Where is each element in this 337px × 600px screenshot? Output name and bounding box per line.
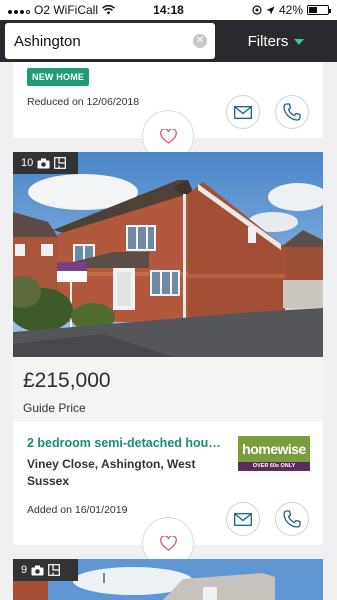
listing-card-next[interactable]: 9 [13, 559, 323, 600]
search-input[interactable]: Ashington ✕ [5, 23, 215, 59]
clock: 14:18 [153, 3, 184, 17]
heart-icon [159, 128, 177, 144]
email-agent-button[interactable] [226, 502, 260, 536]
camera-icon [37, 158, 50, 168]
photo-count-badge: 9 [13, 559, 78, 581]
email-agent-button[interactable] [226, 95, 260, 129]
phone-icon [283, 103, 301, 121]
phone-icon [283, 510, 301, 528]
reduced-date: Reduced on 12/06/2018 [27, 96, 140, 108]
filters-button[interactable]: Filters [215, 33, 337, 50]
floorplan-icon [48, 564, 61, 576]
caret-down-icon [294, 39, 305, 45]
listing-title[interactable]: 2 bedroom semi-detached hou… [27, 436, 227, 450]
signal-icon [8, 6, 30, 14]
photo-count: 9 [21, 564, 28, 576]
envelope-icon [234, 512, 252, 526]
listing-address: Viney Close, Ashington, West Sussex [27, 457, 196, 488]
wifi-icon [102, 5, 115, 15]
clear-search-icon[interactable]: ✕ [193, 34, 207, 48]
call-agent-button[interactable] [275, 95, 309, 129]
listing-card-previous[interactable]: NEW HOME Reduced on 12/06/2018 [13, 62, 323, 162]
battery-icon [307, 5, 331, 15]
photo-count-badge: 10 [13, 152, 78, 174]
listing-card[interactable]: 10 £215,000 Guide Price 2 bedroom semi-d… [13, 152, 323, 569]
new-home-badge: NEW HOME [27, 68, 90, 86]
agent-logo[interactable]: homewise OVER 60s ONLY [238, 436, 310, 471]
battery-percent: 42% [278, 3, 303, 17]
status-bar: O2 WiFiCall 14:18 42% [0, 0, 337, 20]
photo-count: 10 [21, 157, 34, 169]
price-section: £215,000 Guide Price [13, 357, 323, 422]
location-icon [252, 5, 262, 15]
house-image [13, 152, 323, 357]
status-right: 42% [252, 3, 331, 17]
price: £215,000 [23, 369, 111, 392]
filters-label: Filters [247, 32, 289, 50]
property-photo[interactable]: 10 [13, 152, 323, 357]
carrier-name: O2 WiFiCall [34, 3, 99, 17]
call-agent-button[interactable] [275, 502, 309, 536]
floorplan-icon [54, 157, 67, 169]
envelope-icon [234, 105, 252, 119]
agent-logo-tagline: OVER 60s ONLY [238, 462, 310, 471]
agent-logo-name: homewise [242, 441, 306, 457]
camera-icon [31, 565, 44, 575]
search-header: Ashington ✕ Filters [0, 20, 337, 62]
navigation-arrow-icon [266, 6, 275, 14]
price-qualifier: Guide Price [23, 401, 86, 415]
search-value: Ashington [14, 32, 81, 50]
carrier-info: O2 WiFiCall [8, 3, 115, 17]
heart-icon [159, 535, 177, 551]
added-date: Added on 16/01/2019 [27, 504, 128, 516]
